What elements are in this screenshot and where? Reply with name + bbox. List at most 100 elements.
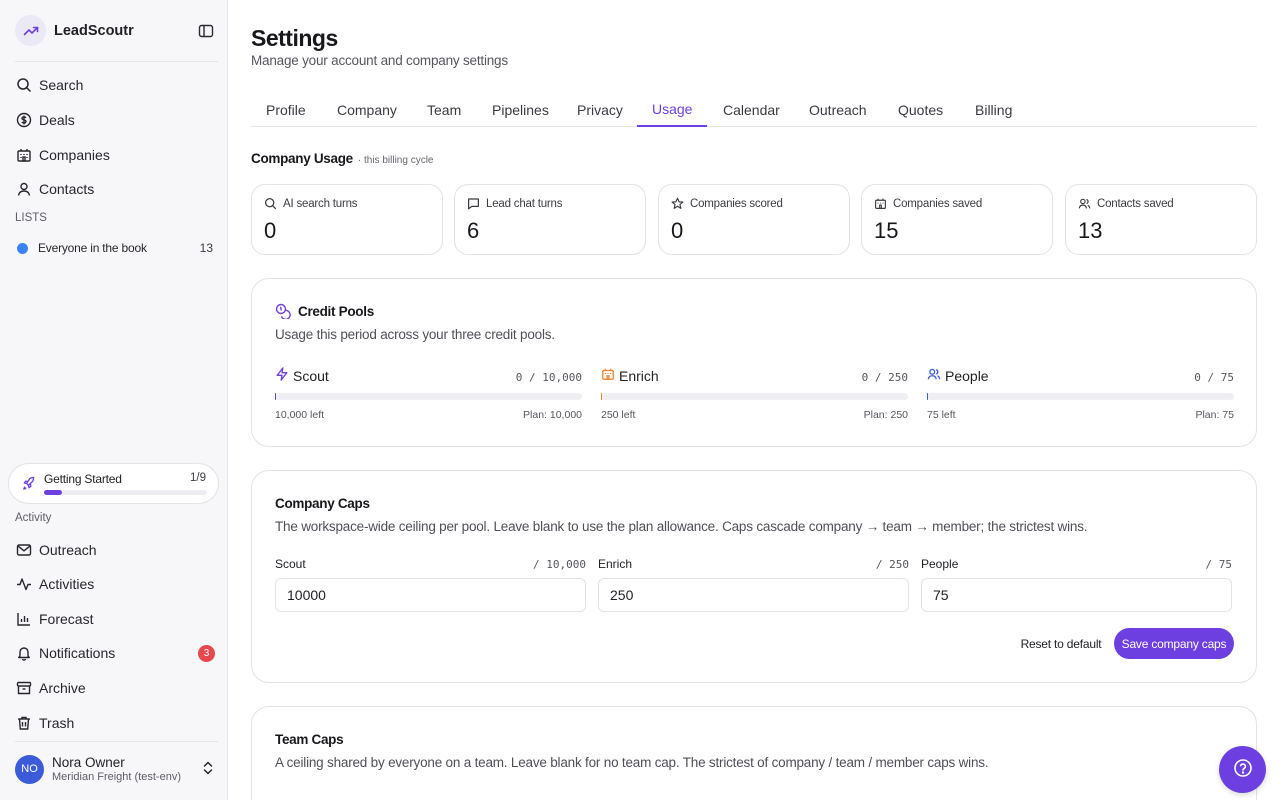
sidebar-item-contacts[interactable]: Contacts bbox=[15, 175, 215, 203]
usage-period-note: · this billing cycle bbox=[357, 155, 434, 166]
sidebar-item-deals[interactable]: Deals bbox=[15, 106, 215, 134]
tab-profile[interactable]: Profile bbox=[251, 92, 321, 127]
sidebar-item-archive[interactable]: Archive bbox=[15, 674, 215, 702]
tab-calendar[interactable]: Calendar bbox=[708, 92, 795, 127]
cap-max: / 75 bbox=[1205, 558, 1233, 571]
pool-usage: 0 / 75 bbox=[1194, 371, 1234, 384]
team-caps-card: Team Caps A ceiling shared by everyone o… bbox=[251, 706, 1257, 800]
pool-scout: Scout 0 / 10,000 10,000 left Plan: 10,00… bbox=[275, 367, 582, 427]
sidebar-item-label: Archive bbox=[39, 680, 86, 696]
pool-name: Scout bbox=[293, 367, 329, 384]
bell-icon bbox=[15, 645, 32, 662]
pool-enrich: Enrich 0 / 250 250 left Plan: 250 bbox=[601, 367, 908, 427]
sidebar-item-trash[interactable]: Trash bbox=[15, 709, 215, 737]
stat-label: Lead chat turns bbox=[486, 197, 563, 210]
tab-company[interactable]: Company bbox=[322, 92, 412, 127]
tab-billing[interactable]: Billing bbox=[960, 92, 1027, 127]
sidebar-item-label: Outreach bbox=[39, 542, 97, 558]
sidebar-item-label: Activities bbox=[39, 576, 95, 592]
pool-plan: Plan: 10,000 bbox=[523, 409, 582, 421]
credit-pools-card: Credit Pools Usage this period across yo… bbox=[251, 278, 1257, 447]
cap-label: People bbox=[921, 557, 959, 571]
stat-card: Companies scored 0 bbox=[658, 184, 850, 255]
stat-value: 0 bbox=[671, 218, 684, 243]
stat-card: Contacts saved 13 bbox=[1065, 184, 1257, 255]
reset-to-default-button[interactable]: Reset to default bbox=[1009, 628, 1113, 659]
tab-privacy[interactable]: Privacy bbox=[562, 92, 638, 127]
coins-icon bbox=[275, 303, 291, 322]
getting-started-count: 1/9 bbox=[190, 472, 206, 484]
team-caps-title: Team Caps bbox=[275, 732, 344, 747]
pool-remaining: 250 left bbox=[601, 409, 636, 421]
user-menu[interactable]: NO Nora Owner Meridian Freight (test-env… bbox=[15, 752, 215, 786]
pool-progress-fill bbox=[601, 393, 602, 400]
pool-progress-fill bbox=[927, 393, 928, 400]
notification-count-badge: 3 bbox=[198, 644, 215, 662]
divider bbox=[15, 61, 218, 62]
tab-outreach[interactable]: Outreach bbox=[794, 92, 882, 127]
sidebar-item-search[interactable]: Search bbox=[15, 71, 215, 99]
tab-usage[interactable]: Usage bbox=[637, 92, 708, 127]
divider bbox=[15, 741, 218, 742]
building-icon bbox=[15, 147, 32, 164]
list-item[interactable]: Everyone in the book 13 bbox=[15, 238, 213, 258]
users-icon bbox=[1078, 197, 1091, 210]
help-button[interactable] bbox=[1219, 746, 1266, 793]
getting-started-card[interactable]: Getting Started 1/9 bbox=[8, 463, 219, 504]
tab-team[interactable]: Team bbox=[412, 92, 476, 127]
users-icon bbox=[927, 367, 941, 384]
user-name: Nora Owner bbox=[52, 755, 125, 770]
sidebar-item-label: Notifications bbox=[39, 645, 116, 661]
activity-icon bbox=[15, 576, 32, 593]
pool-progress-fill bbox=[275, 393, 276, 400]
sidebar: LeadScoutr Search Deals Companies Contac… bbox=[0, 0, 228, 800]
lists-section-label: LISTS bbox=[15, 212, 47, 224]
company-caps-card: Company Caps The workspace-wide ceiling … bbox=[251, 470, 1257, 683]
getting-started-progress-fill bbox=[44, 490, 63, 495]
stat-value: 0 bbox=[264, 218, 277, 243]
sidebar-item-companies[interactable]: Companies bbox=[15, 141, 215, 169]
pool-usage: 0 / 10,000 bbox=[515, 371, 582, 384]
credit-pools-title: Credit Pools bbox=[298, 304, 374, 319]
company-caps-title: Company Caps bbox=[275, 496, 370, 511]
tab-pipelines[interactable]: Pipelines bbox=[477, 92, 564, 127]
chevron-up-down-icon bbox=[201, 760, 215, 779]
pool-progress bbox=[927, 393, 1234, 400]
tab-quotes[interactable]: Quotes bbox=[883, 92, 958, 127]
getting-started-title: Getting Started bbox=[44, 472, 122, 486]
stat-card: AI search turns 0 bbox=[251, 184, 443, 255]
pool-plan: Plan: 250 bbox=[863, 409, 908, 421]
pool-remaining: 75 left bbox=[927, 409, 956, 421]
pool-remaining: 10,000 left bbox=[275, 409, 325, 421]
sidebar-item-label: Contacts bbox=[39, 181, 95, 197]
scout-cap-input[interactable] bbox=[275, 578, 586, 612]
stat-value: 6 bbox=[467, 218, 480, 243]
cap-label: Enrich bbox=[598, 557, 633, 571]
sidebar-item-label: Forecast bbox=[39, 611, 94, 627]
archive-icon bbox=[15, 680, 32, 697]
sidebar-toggle-icon[interactable] bbox=[197, 22, 215, 40]
team-caps-description: A ceiling shared by everyone on a team. … bbox=[275, 755, 989, 770]
save-company-caps-button[interactable]: Save company caps bbox=[1114, 628, 1234, 659]
cap-max: / 10,000 bbox=[533, 558, 586, 571]
people-cap-input[interactable] bbox=[921, 578, 1232, 612]
stat-card: Lead chat turns 6 bbox=[454, 184, 646, 255]
brand[interactable]: LeadScoutr bbox=[15, 15, 134, 46]
sidebar-item-outreach[interactable]: Outreach bbox=[15, 536, 215, 564]
stat-card: Companies saved 15 bbox=[861, 184, 1053, 255]
sidebar-item-label: Deals bbox=[39, 112, 75, 128]
sidebar-item-activities[interactable]: Activities bbox=[15, 570, 215, 598]
enrich-cap-input[interactable] bbox=[598, 578, 909, 612]
sidebar-item-forecast[interactable]: Forecast bbox=[15, 605, 215, 633]
trending-up-icon bbox=[15, 15, 46, 46]
search-icon bbox=[15, 77, 32, 94]
cap-label: Scout bbox=[275, 557, 306, 571]
dollar-icon bbox=[15, 112, 32, 129]
pool-people: People 0 / 75 75 left Plan: 75 bbox=[927, 367, 1234, 427]
user-icon bbox=[15, 181, 32, 198]
cap-max: / 250 bbox=[875, 558, 909, 571]
sidebar-item-notifications[interactable]: Notifications 3 bbox=[15, 639, 215, 667]
sidebar-item-label: Search bbox=[39, 77, 84, 93]
list-count: 13 bbox=[199, 241, 213, 255]
usage-title: Company Usage bbox=[251, 151, 353, 166]
